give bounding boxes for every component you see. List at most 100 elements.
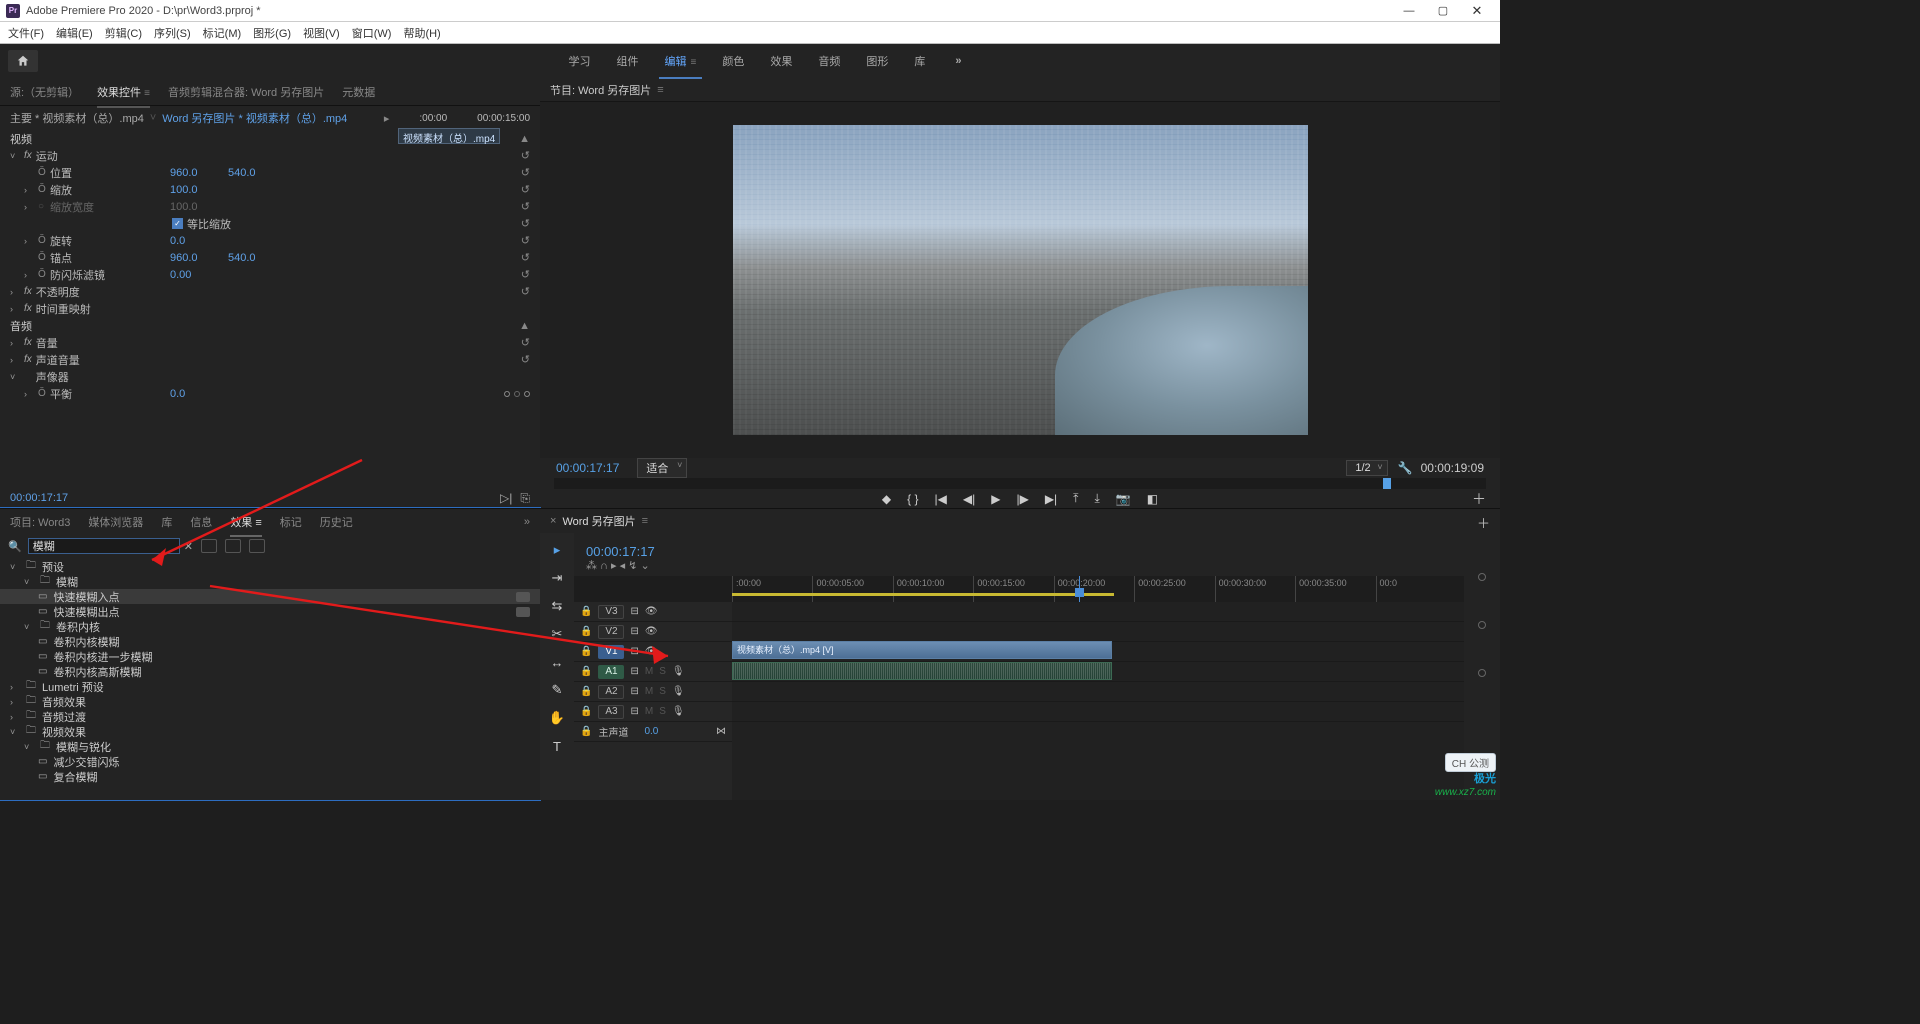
track-header-a3[interactable]: 🔒A3⊟MS🎙	[574, 702, 732, 722]
ec-anchor-x[interactable]: 960.0	[170, 252, 228, 264]
clip-area[interactable]: 视频素材（总）.mp4 [V]	[732, 602, 1464, 800]
tab-effect-controls[interactable]: 效果控件 ≡	[97, 84, 150, 100]
accelerated-filter-icon[interactable]	[201, 539, 217, 553]
ec-panner[interactable]: 声像器	[36, 369, 69, 385]
ws-effects[interactable]: 效果	[770, 53, 792, 69]
reset-icon[interactable]: ↺	[521, 353, 530, 366]
timeline-ruler[interactable]: :00:0000:00:05:0000:00:10:0000:00:15:000…	[574, 576, 1464, 602]
tree-item[interactable]: ▭减少交错闪烁	[0, 754, 540, 769]
track-header-a1[interactable]: 🔒A1⊟MS🎙	[574, 662, 732, 682]
lock-icon[interactable]: 🔒	[580, 666, 592, 677]
track-select-tool[interactable]: ⇥	[548, 569, 566, 587]
toggle-output-icon[interactable]: ⊟	[630, 706, 638, 717]
loop-icon[interactable]: ▷|	[500, 491, 512, 506]
menu-sequence[interactable]: 序列(S)	[154, 25, 191, 41]
mark-out-icon[interactable]: { }	[907, 492, 918, 506]
ripple-tool[interactable]: ⇆	[548, 597, 566, 615]
keyframe-nav[interactable]	[504, 391, 530, 397]
tree-folder[interactable]: ˅🗀模糊与锐化	[0, 739, 540, 754]
ec-position-x[interactable]: 960.0	[170, 167, 228, 179]
tab-metadata[interactable]: 元数据	[342, 84, 375, 100]
work-area-bar[interactable]	[732, 593, 1114, 596]
track-header-v1[interactable]: 🔒V1⊟👁	[574, 642, 732, 662]
audio-clip[interactable]	[732, 662, 1112, 680]
menu-window[interactable]: 窗口(W)	[352, 25, 392, 41]
tab-effects[interactable]: 效果 ≡	[230, 514, 261, 530]
menu-file[interactable]: 文件(F)	[8, 25, 44, 41]
resolution-dropdown[interactable]: 1/2	[1346, 460, 1387, 476]
ws-libraries[interactable]: 库	[914, 53, 925, 69]
clear-search-icon[interactable]: ✕	[184, 540, 193, 553]
overflow-icon[interactable]: »	[524, 516, 530, 528]
yuv-filter-icon[interactable]	[249, 539, 265, 553]
export-frame-icon[interactable]: 📷	[1116, 492, 1131, 506]
menu-graphics[interactable]: 图形(G)	[253, 25, 291, 41]
ec-volume[interactable]: 音量	[36, 335, 58, 351]
eye-icon[interactable]: 👁	[645, 606, 658, 617]
razor-tool[interactable]: ✂	[548, 625, 566, 643]
tree-folder[interactable]: ›🗀Lumetri 预设	[0, 679, 540, 694]
menu-help[interactable]: 帮助(H)	[403, 25, 440, 41]
reset-icon[interactable]: ↺	[521, 217, 530, 230]
lift-icon[interactable]: ⤒	[1073, 491, 1078, 506]
step-fwd-icon[interactable]: |▶	[1016, 492, 1028, 506]
tab-markers[interactable]: 标记	[280, 514, 302, 530]
reset-icon[interactable]: ↺	[521, 268, 530, 281]
settings-icon[interactable]: 🔧	[1398, 461, 1413, 475]
selection-tool[interactable]: ▸	[548, 541, 566, 559]
track-header-v2[interactable]: 🔒V2⊟👁	[574, 622, 732, 642]
menu-view[interactable]: 视图(V)	[303, 25, 340, 41]
program-viewport[interactable]	[733, 125, 1308, 435]
lock-icon[interactable]: 🔒	[580, 626, 592, 637]
toggle-output-icon[interactable]: ⊟	[630, 686, 638, 697]
extract-icon[interactable]: ⤓	[1094, 491, 1099, 506]
tree-item[interactable]: ▭卷积内核模糊	[0, 634, 540, 649]
effects-search-input[interactable]	[28, 538, 180, 554]
reset-icon[interactable]: ↺	[521, 234, 530, 247]
reset-icon[interactable]: ↺	[521, 285, 530, 298]
lock-icon[interactable]: 🔒	[580, 606, 592, 617]
home-button[interactable]	[8, 50, 38, 72]
ws-audio[interactable]: 音频	[818, 53, 840, 69]
ec-foot-timecode[interactable]: 00:00:17:17	[10, 492, 68, 504]
menu-marker[interactable]: 标记(M)	[203, 25, 242, 41]
ec-master-clip[interactable]: 主要 * 视频素材（总）.mp4	[10, 110, 144, 126]
track-header-v3[interactable]: 🔒V3⊟👁	[574, 602, 732, 622]
program-scrubber[interactable]	[554, 478, 1486, 489]
ec-scale-value[interactable]: 100.0	[170, 184, 228, 196]
reset-icon[interactable]: ↺	[521, 251, 530, 264]
voice-icon[interactable]: 🎙	[672, 706, 685, 717]
tree-folder[interactable]: ›🗀音频效果	[0, 694, 540, 709]
maximize-button[interactable]: ▢	[1426, 1, 1460, 21]
lock-icon[interactable]: 🔒	[580, 646, 592, 657]
timeline-options[interactable]: ⁂ ∩ ▸ ◂ ↯ ⌄	[586, 559, 1500, 572]
reset-icon[interactable]: ↺	[521, 166, 530, 179]
tree-item[interactable]: ▭卷积内核高斯模糊	[0, 664, 540, 679]
tree-folder[interactable]: ˅🗀模糊	[0, 574, 540, 589]
reset-icon[interactable]: ↺	[521, 200, 530, 213]
voice-icon[interactable]: 🎙	[672, 686, 685, 697]
scrub-playhead[interactable]	[1383, 478, 1391, 489]
tab-info[interactable]: 信息	[190, 514, 212, 530]
ws-color[interactable]: 颜色	[722, 53, 744, 69]
button-editor-icon[interactable]: ＋	[1472, 489, 1486, 509]
eye-icon[interactable]: 👁	[645, 626, 658, 637]
tree-folder[interactable]: ˅🗀卷积内核	[0, 619, 540, 634]
panel-menu-icon[interactable]: ≡	[144, 88, 150, 99]
go-in-icon[interactable]: |◀	[935, 492, 947, 506]
step-back-icon[interactable]: ◀|	[963, 492, 975, 506]
ws-assembly[interactable]: 组件	[617, 53, 639, 69]
go-out-icon[interactable]: ▶|	[1045, 492, 1057, 506]
menu-edit[interactable]: 编辑(E)	[56, 25, 93, 41]
ec-motion[interactable]: 运动	[36, 148, 58, 164]
effects-tree[interactable]: ˅🗀预设˅🗀模糊▭快速模糊入点▭快速模糊出点˅🗀卷积内核▭卷积内核模糊▭卷积内核…	[0, 557, 540, 800]
ec-balance-value[interactable]: 0.0	[170, 388, 228, 400]
track-header-a2[interactable]: 🔒A2⊟MS🎙	[574, 682, 732, 702]
ws-graphics[interactable]: 图形	[866, 53, 888, 69]
tree-item[interactable]: ▭快速模糊出点	[0, 604, 540, 619]
video-clip[interactable]: 视频素材（总）.mp4 [V]	[732, 641, 1112, 659]
ec-sequence-clip[interactable]: Word 另存图片 * 视频素材（总）.mp4	[162, 110, 347, 126]
ec-position-y[interactable]: 540.0	[228, 167, 286, 179]
toggle-output-icon[interactable]: ⊟	[630, 606, 638, 617]
lock-icon[interactable]: 🔒	[580, 686, 592, 697]
